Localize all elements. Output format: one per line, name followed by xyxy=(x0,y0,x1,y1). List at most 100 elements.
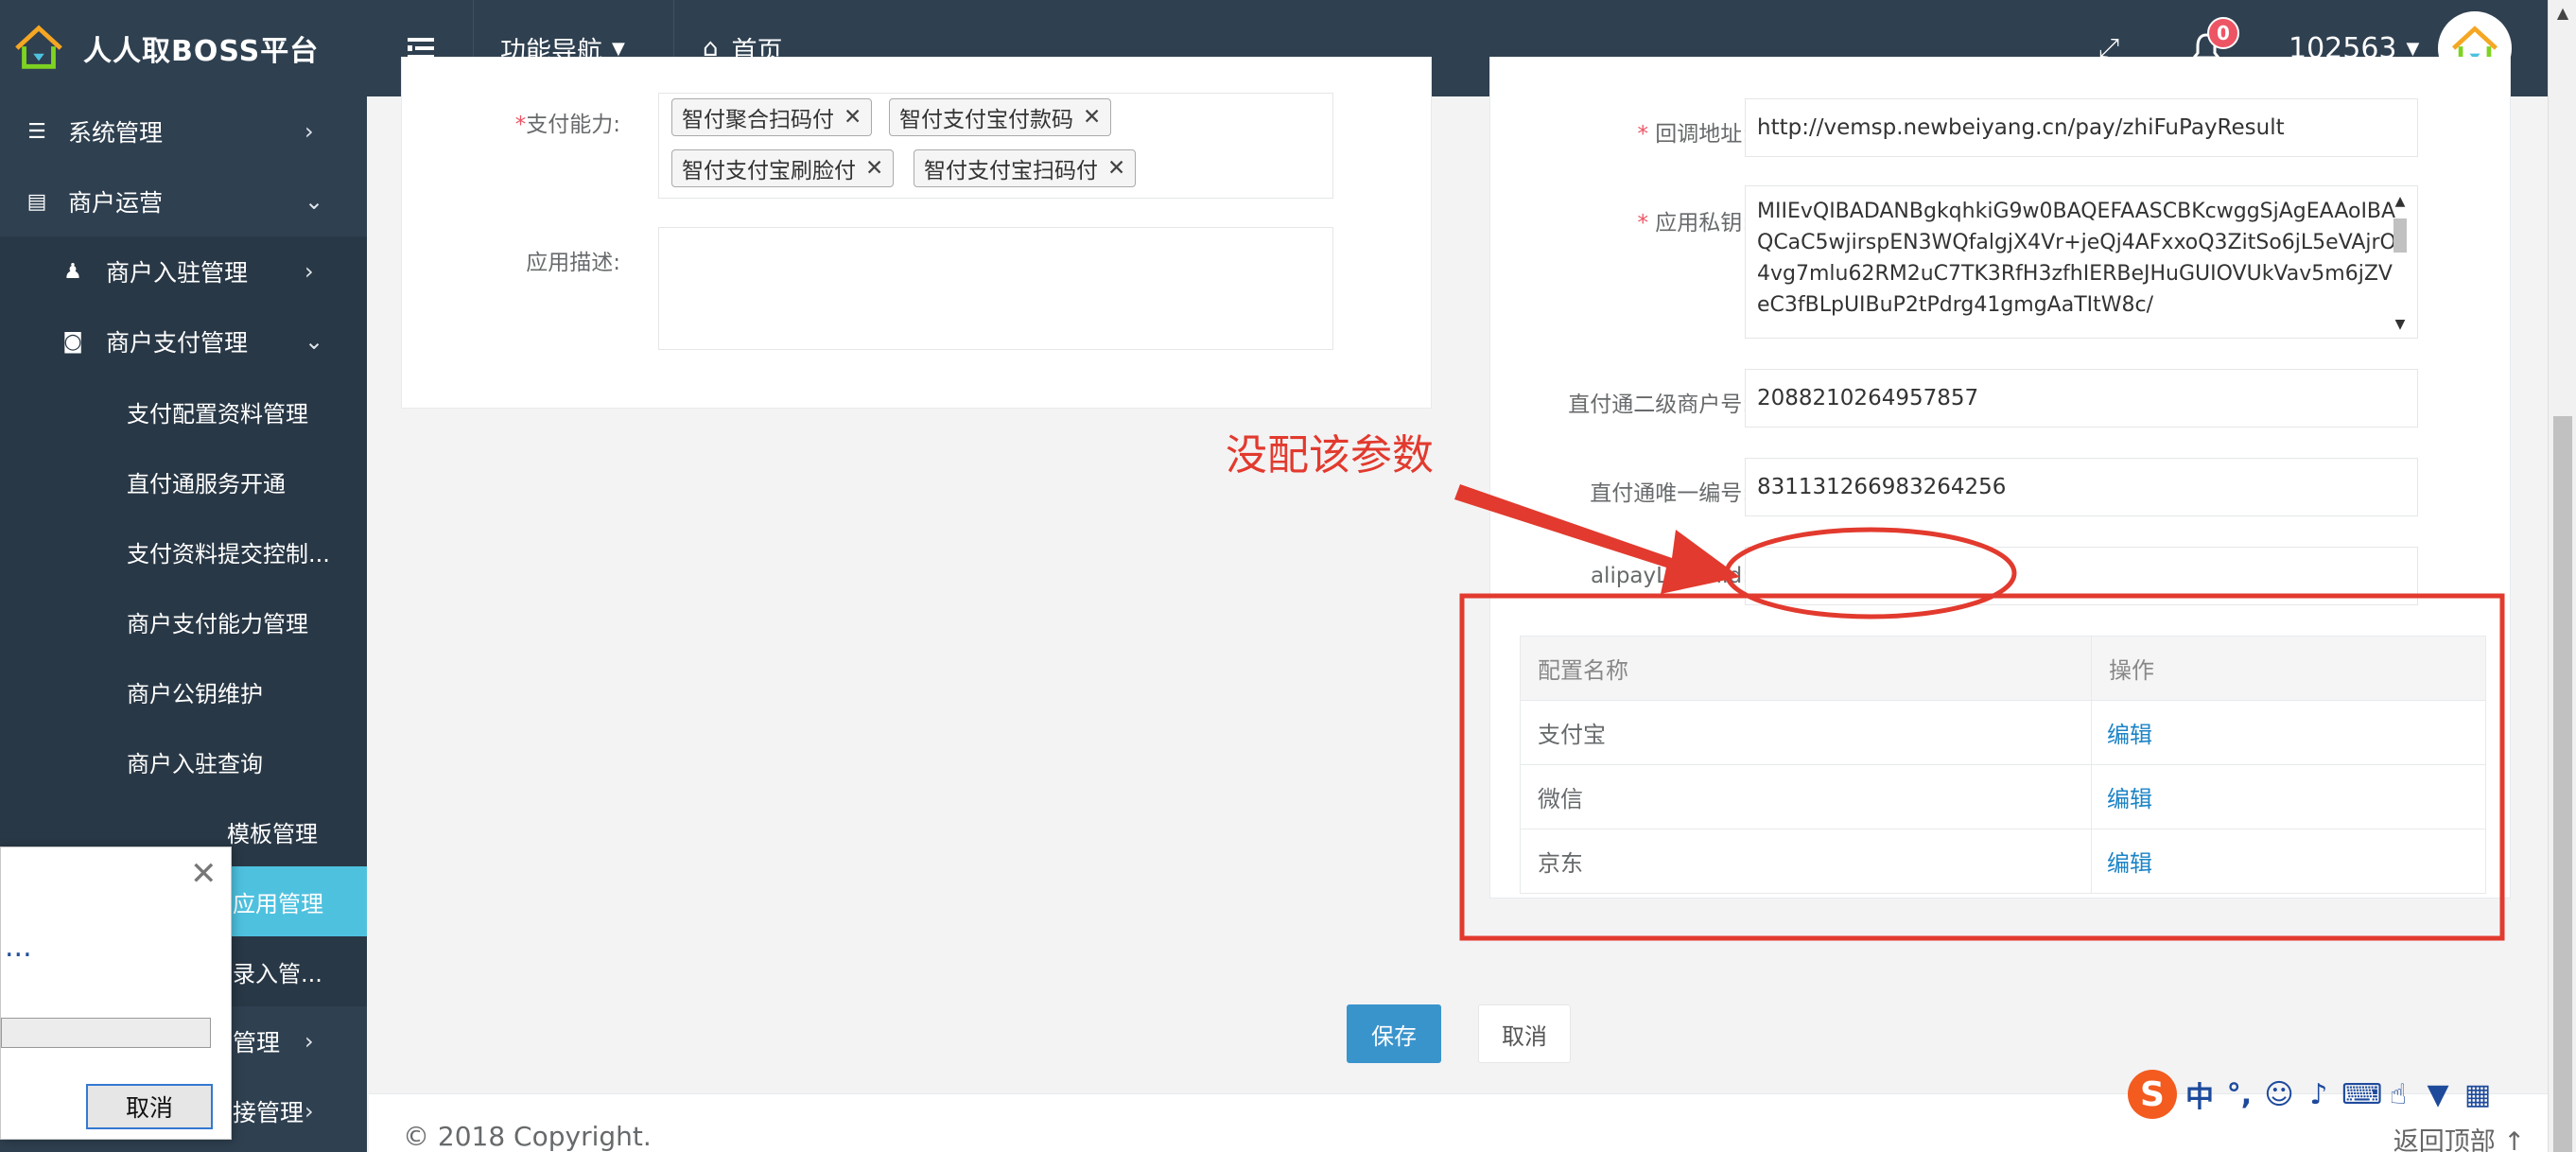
sidebar-leaf-direct-pay-service[interactable]: 直付通服务开通 xyxy=(0,446,367,516)
close-icon[interactable]: ✕ xyxy=(844,105,862,130)
chevron-right-icon: › xyxy=(305,258,314,285)
pay-ability-tag[interactable]: 智付支付宝扫码付 ✕ xyxy=(914,149,1137,187)
unique-no-label: 直付通唯一编号: xyxy=(1590,481,1749,506)
sidebar-leaf-payment-ability[interactable]: 商户支付能力管理 xyxy=(0,586,367,656)
chevron-right-icon: › xyxy=(305,118,314,145)
sidebar-leaf-label: 直付通服务开通 xyxy=(127,470,286,497)
edit-link[interactable]: 编辑 xyxy=(2091,829,2486,894)
ime-toolbar[interactable]: S 中 °, ☺ ♪ ⌨ ☝ ▼ ▦ xyxy=(2128,1067,2517,1122)
sidebar-leaf-label: 应用管理 xyxy=(233,890,323,917)
pay-ability-tag[interactable]: 智付支付宝付款码 ✕ xyxy=(889,98,1112,136)
emoji-icon[interactable]: ☺ xyxy=(2262,1078,2296,1111)
tag-label: 智付支付宝刷脸付 xyxy=(682,159,856,183)
back-to-top-link[interactable]: 返回顶部 ↑ xyxy=(2393,1121,2525,1152)
id-card-icon: ▤ xyxy=(26,189,47,214)
sidebar-leaf-payment-config[interactable]: 支付配置资料管理 xyxy=(0,376,367,446)
private-key-text: MIIEvQIBADANBgkqhkiG9w0BAQEFAASCBKcwggSj… xyxy=(1757,200,2396,317)
sidebar-leaf-label: 支付资料提交控制... xyxy=(127,540,330,567)
grid-icon[interactable]: ▦ xyxy=(2461,1078,2495,1111)
scroll-up-arrow-icon[interactable]: ▲ xyxy=(2549,4,2576,22)
column-header: 配置名称 xyxy=(1520,636,2092,701)
microphone-icon[interactable]: ♪ xyxy=(2302,1078,2336,1111)
save-button[interactable]: 保存 xyxy=(1347,1004,1441,1063)
scroll-up-arrow-icon[interactable]: ▲ xyxy=(2391,194,2410,209)
required-marker: * xyxy=(514,113,527,137)
chevron-down-icon: ⌄ xyxy=(305,188,324,215)
keyboard-icon[interactable]: ⌨ xyxy=(2341,1078,2382,1111)
pay-ability-label: *支付能力: xyxy=(444,106,620,138)
user-hand-icon[interactable]: ☝ xyxy=(2381,1078,2415,1111)
callback-url-input[interactable]: http://vemsp.newbeiyang.cn/pay/zhiFuPayR… xyxy=(1745,98,2418,157)
cancel-button[interactable]: 取消 xyxy=(1478,1004,1571,1063)
private-key-label: * 应用私钥: xyxy=(1494,204,1749,236)
tag-label: 智付支付宝付款码 xyxy=(899,108,1073,132)
scroll-thumb[interactable] xyxy=(2393,218,2407,253)
progress-bar xyxy=(1,1018,211,1048)
ime-punctuation-toggle[interactable]: °, xyxy=(2222,1078,2256,1111)
scroll-thumb[interactable] xyxy=(2553,416,2572,1152)
arrow-up-icon: ↑ xyxy=(2503,1127,2525,1152)
sidebar-leaf-label: 商户支付能力管理 xyxy=(127,610,308,637)
chevron-right-icon: › xyxy=(305,1098,314,1125)
sidebar-leaf-label: 录入管... xyxy=(233,960,322,987)
ime-mode-toggle[interactable]: 中 xyxy=(2183,1073,2217,1115)
private-key-textarea[interactable]: MIIEvQIBADANBgkqhkiG9w0BAQEFAASCBKcwggSj… xyxy=(1745,185,2418,339)
edit-link[interactable]: 编辑 xyxy=(2091,700,2486,765)
required-marker: * xyxy=(1637,122,1648,147)
sidebar-item-label: 管理 xyxy=(233,1029,281,1056)
sidebar-item-merchant-operations[interactable]: ▤ 商户运营 ⌄ xyxy=(0,166,367,236)
sogou-logo-icon[interactable]: S xyxy=(2128,1070,2177,1119)
close-icon[interactable]: ✕ xyxy=(1083,105,1101,130)
unique-no-input[interactable]: 831131266983264256 xyxy=(1745,458,2418,516)
edit-link[interactable]: 编辑 xyxy=(2091,764,2486,829)
pay-ability-tag[interactable]: 智付支付宝刷脸付 ✕ xyxy=(671,149,895,187)
brand-name: 人人取BOSS平台 xyxy=(83,35,320,68)
close-icon[interactable]: ✕ xyxy=(1107,156,1125,181)
scroll-down-arrow-icon[interactable]: ▼ xyxy=(2391,317,2410,332)
callback-label-text: 回调地址: xyxy=(1655,122,1749,147)
close-icon[interactable]: ✕ xyxy=(865,156,883,181)
alipay-logon-label: alipayLogonId: xyxy=(1590,564,1749,588)
pay-ability-tag[interactable]: 智付聚合扫码付 ✕ xyxy=(671,98,873,136)
annotation-note: 没配该参数 xyxy=(1226,432,1434,479)
sidebar-item-system-management[interactable]: ☰ 系统管理 › xyxy=(0,96,367,166)
sidebar-item-merchant-onboarding[interactable]: ♟ 商户入驻管理 › xyxy=(0,236,367,306)
callback-label: * 回调地址: xyxy=(1494,115,1749,148)
list-icon: ☰ xyxy=(27,119,46,144)
sidebar-leaf-public-key[interactable]: 商户公钥维护 xyxy=(0,656,367,726)
app-desc-textarea[interactable] xyxy=(658,227,1333,350)
required-marker: * xyxy=(1637,211,1648,236)
progress-dialog: ✕ ... 取消 xyxy=(0,847,232,1140)
table-header-row: 配置名称 操作 xyxy=(1520,636,2486,701)
config-name-cell: 京东 xyxy=(1520,829,2092,894)
dialog-cancel-button[interactable]: 取消 xyxy=(86,1084,213,1129)
secondary-merchant-input[interactable]: 2088210264957857 xyxy=(1745,369,2418,428)
close-icon[interactable]: ✕ xyxy=(190,855,218,893)
app-desc-label: 应用描述: xyxy=(526,251,620,275)
sidebar-item-label: 商户入驻管理 xyxy=(106,259,249,287)
back-to-top-label: 返回顶部 xyxy=(2393,1127,2496,1152)
sidebar-item-merchant-payment[interactable]: ◙ 商户支付管理 ⌄ xyxy=(0,306,367,376)
alipay-logon-input[interactable] xyxy=(1745,547,2418,605)
sidebar-item-label: 接管理 xyxy=(233,1099,305,1126)
copyright-text: © 2018 Copyright. xyxy=(403,1121,652,1152)
table-row: 支付宝 编辑 xyxy=(1520,700,2486,765)
chevron-right-icon: › xyxy=(305,1028,314,1055)
brand[interactable]: 人人取BOSS平台 xyxy=(0,0,367,96)
page-scrollbar[interactable]: ▲ xyxy=(2548,0,2576,1152)
sidebar-leaf-label: 支付配置资料管理 xyxy=(127,400,308,428)
textarea-scrollbar[interactable]: ▲ ▼ xyxy=(2391,194,2410,332)
sidebar-leaf-label: 商户公钥维护 xyxy=(127,680,263,707)
caret-down-icon: ▼ xyxy=(2406,38,2420,59)
sidebar-leaf-submit-control[interactable]: 支付资料提交控制... xyxy=(0,516,367,586)
sidebar-item-label: 商户支付管理 xyxy=(106,329,249,357)
sidebar-item-label: 商户运营 xyxy=(68,189,164,217)
money-icon: ◙ xyxy=(62,329,83,354)
dialog-message: ... xyxy=(5,931,32,964)
tag-label: 智付聚合扫码付 xyxy=(682,108,834,132)
config-name-cell: 微信 xyxy=(1520,764,2092,829)
shirt-icon[interactable]: ▼ xyxy=(2421,1078,2455,1111)
table-row: 京东 编辑 xyxy=(1520,829,2486,894)
config-name-cell: 支付宝 xyxy=(1520,700,2092,765)
sidebar-leaf-onboarding-query[interactable]: 商户入驻查询 xyxy=(0,726,367,796)
